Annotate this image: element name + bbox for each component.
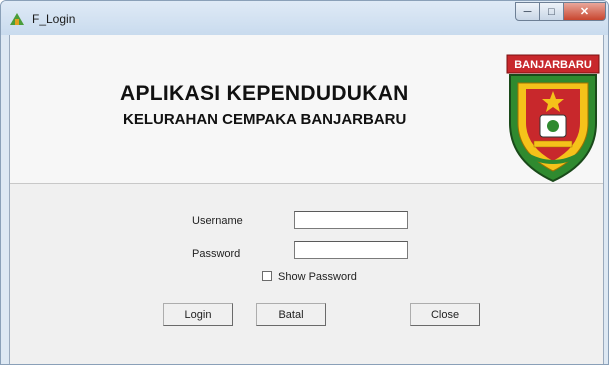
password-label: Password <box>192 248 241 260</box>
minimize-icon: ─ <box>523 5 532 18</box>
batal-button[interactable]: Batal <box>256 303 326 326</box>
title-bar[interactable]: F_Login ─ □ ✕ <box>1 1 608 35</box>
window-title: F_Login <box>32 12 76 26</box>
app-title: APLIKASI KEPENDUDUKAN <box>120 82 409 105</box>
show-password-label[interactable]: Show Password <box>278 271 357 283</box>
close-icon: ✕ <box>579 6 590 18</box>
logo-text: BANJARBARU <box>514 59 592 71</box>
password-input[interactable] <box>294 241 408 259</box>
username-label: Username <box>192 215 243 227</box>
form-client-area: APLIKASI KEPENDUDUKAN KELURAHAN CEMPAKA … <box>9 35 604 364</box>
login-button[interactable]: Login <box>163 303 233 326</box>
login-window: F_Login ─ □ ✕ APLIKASI KEPENDUDUKAN KELU… <box>0 0 609 365</box>
username-input[interactable] <box>294 211 408 229</box>
app-subtitle: KELURAHAN CEMPAKA BANJARBARU <box>123 111 407 128</box>
maximize-icon: □ <box>548 5 555 18</box>
close-window-button[interactable]: ✕ <box>563 2 606 21</box>
app-icon <box>10 13 24 25</box>
show-password-checkbox[interactable] <box>262 271 272 281</box>
minimize-button[interactable]: ─ <box>515 2 540 21</box>
close-button[interactable]: Close <box>410 303 480 326</box>
header-panel: APLIKASI KEPENDUDUKAN KELURAHAN CEMPAKA … <box>10 35 603 184</box>
banjarbaru-logo: BANJARBARU <box>506 54 600 183</box>
maximize-button[interactable]: □ <box>539 2 564 21</box>
